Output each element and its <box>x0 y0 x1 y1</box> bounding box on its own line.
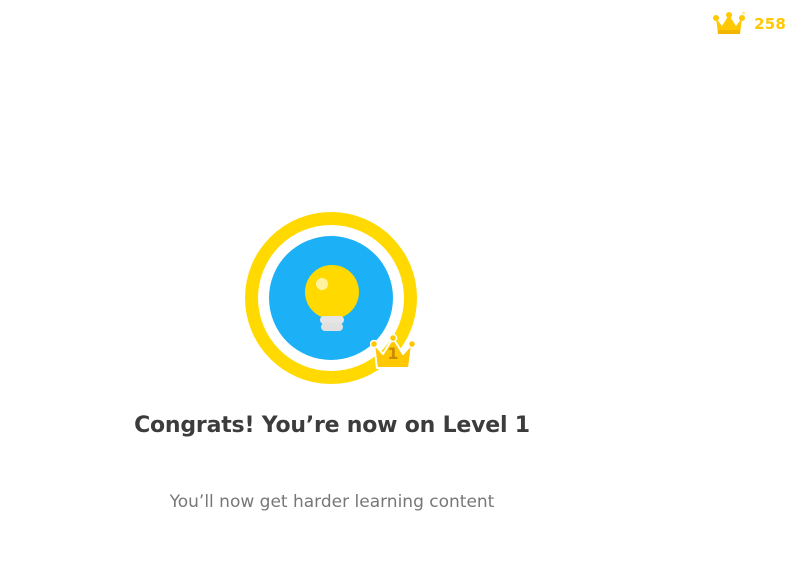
congrats-title: Congrats! You’re now on Level 1 <box>134 413 530 438</box>
level-crown: 1 <box>370 332 416 372</box>
level-badge: 1 <box>238 204 428 394</box>
crown-icon <box>712 10 746 38</box>
congrats-subtitle: You’ll now get harder learning content <box>169 492 495 512</box>
level-number: 1 <box>387 344 399 363</box>
level-up-screen: 258 1 Congrats! You’re now on Level 1 Yo… <box>0 0 792 584</box>
crown-count: 258 <box>754 15 786 33</box>
crown-counter[interactable]: 258 <box>712 10 786 38</box>
